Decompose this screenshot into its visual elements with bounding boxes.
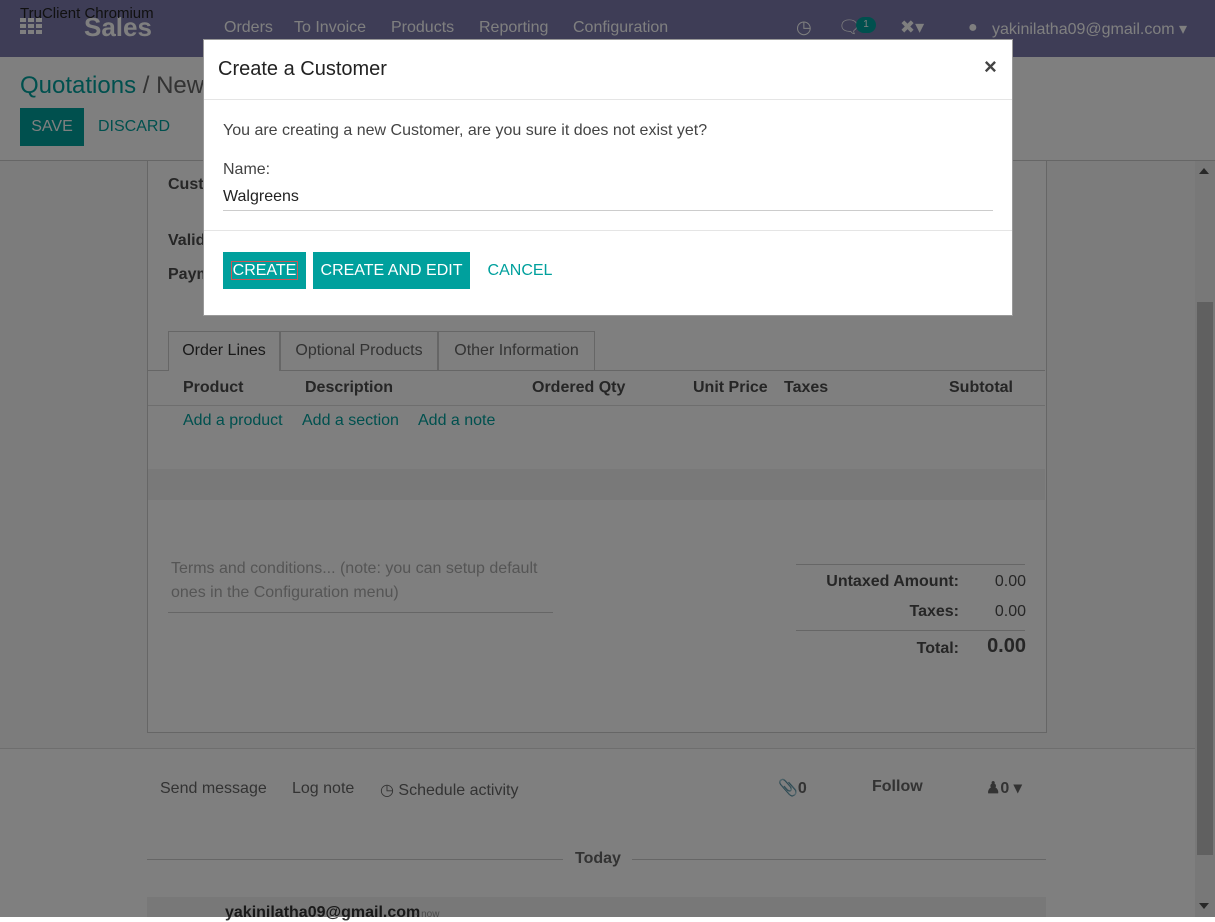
dialog-footer-divider <box>204 230 1012 231</box>
dialog-title: Create a Customer <box>218 58 387 80</box>
create-and-edit-button[interactable]: Create and Edit <box>313 252 470 289</box>
create-button[interactable]: Create <box>223 252 306 289</box>
create-button-label: Create <box>230 261 299 280</box>
dialog-message: You are creating a new Customer, are you… <box>223 122 708 139</box>
create-customer-dialog: Create a Customer × You are creating a n… <box>203 39 1013 316</box>
cancel-button[interactable]: Cancel <box>480 252 560 289</box>
name-input[interactable] <box>223 183 993 211</box>
close-icon[interactable]: × <box>984 54 997 80</box>
name-label: Name: <box>223 161 271 178</box>
dialog-header: Create a Customer × <box>204 40 1012 100</box>
